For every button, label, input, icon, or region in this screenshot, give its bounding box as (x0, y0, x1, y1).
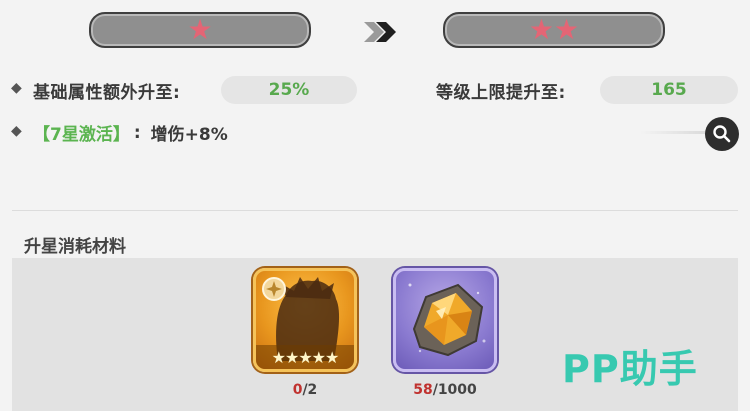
ore-have: 58 (413, 382, 433, 398)
shard-have: 0 (292, 382, 303, 398)
activation-colon: : (133, 122, 141, 143)
amber-ore-card[interactable] (393, 268, 497, 372)
double-chevron-right-icon (364, 22, 396, 42)
section-divider (12, 210, 738, 211)
activation-line: 【7星激活】 : 增伤+8% (33, 120, 228, 146)
shard-star-rating: ★★★★★ (256, 345, 354, 369)
character-shard-card[interactable]: ★★★★★ (253, 268, 357, 372)
next-star-icons: ★★ (528, 13, 580, 46)
shard-need: /2 (302, 382, 318, 398)
current-star-icons: ★ (187, 13, 213, 46)
amber-ore-icon (408, 283, 486, 357)
materials-title: 升星消耗材料 (24, 237, 126, 257)
base-attr-label: 基础属性额外升至: (33, 83, 181, 103)
diamond-bullet-icon: ◆ (11, 123, 22, 139)
current-star-tier: ★ (89, 12, 311, 48)
next-star-tier: ★★ (443, 12, 665, 48)
activation-tag: 【7星激活】 (33, 125, 130, 145)
activation-effect: 增伤+8% (150, 125, 228, 145)
level-cap-value: 165 (600, 76, 738, 104)
fade-divider (640, 131, 710, 134)
search-icon (713, 125, 731, 143)
watermark-logo: PP助手 (562, 347, 698, 391)
level-cap-label: 等级上限提升至: (436, 83, 566, 103)
ore-need: /1000 (432, 382, 477, 398)
base-attr-value: 25% (221, 76, 357, 104)
amber-ore-count: 58/1000 (393, 382, 497, 398)
character-shard-count: 0/2 (253, 382, 357, 398)
diamond-bullet-icon: ◆ (11, 80, 22, 96)
search-button[interactable] (705, 117, 739, 151)
